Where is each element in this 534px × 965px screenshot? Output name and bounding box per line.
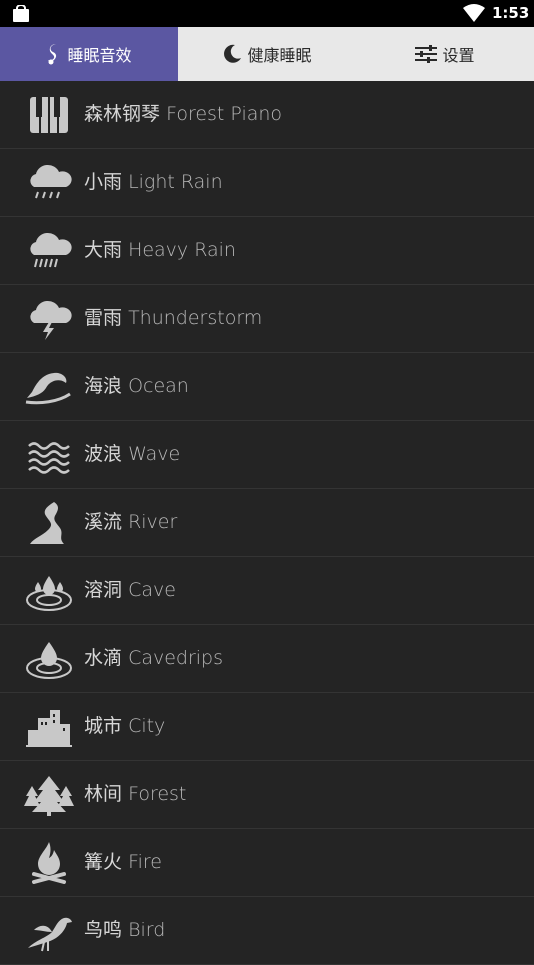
tab-label: 睡眠音效 xyxy=(67,46,132,65)
thunderstorm-icon xyxy=(30,300,72,340)
sound-name-en: River xyxy=(128,511,178,533)
forest-icon xyxy=(24,776,74,816)
cave-icon xyxy=(26,576,72,611)
sound-name-zh: 城市 xyxy=(84,715,123,737)
sound-list: 森林钢琴 Forest Piano 小雨 Light Rain 大雨 Heavy… xyxy=(0,81,534,965)
sound-name-zh: 水滴 xyxy=(84,647,123,669)
sound-name-en: Light Rain xyxy=(128,171,223,193)
sound-item-cavedrips[interactable]: 水滴 Cavedrips xyxy=(0,625,534,693)
sound-item-bird[interactable]: 鸟鸣 Bird xyxy=(0,897,534,965)
water-drop-icon xyxy=(26,642,72,679)
bird-icon xyxy=(28,917,72,952)
sound-item-fire[interactable]: 篝火 Fire xyxy=(0,829,534,897)
sound-item-city[interactable]: 城市 City xyxy=(0,693,534,761)
piano-icon xyxy=(30,97,68,133)
sound-item-thunderstorm[interactable]: 雷雨 Thunderstorm xyxy=(0,285,534,353)
sound-name-zh: 林间 xyxy=(84,783,123,805)
sound-name-zh: 雷雨 xyxy=(84,307,123,329)
sound-name-zh: 大雨 xyxy=(84,239,123,261)
heavy-rain-icon xyxy=(30,232,72,268)
city-icon xyxy=(26,710,72,747)
sound-name-zh: 波浪 xyxy=(84,443,123,465)
sound-item-ocean[interactable]: 海浪 Ocean xyxy=(0,353,534,421)
sound-name-en: City xyxy=(128,715,166,737)
sound-name-en: Wave xyxy=(128,443,181,465)
status-bar: 1:53 xyxy=(0,0,534,27)
sound-name-zh: 森林钢琴 xyxy=(84,103,161,125)
sound-name-en: Heavy Rain xyxy=(128,239,236,261)
sound-name-en: Thunderstorm xyxy=(128,307,263,329)
river-icon xyxy=(30,502,64,544)
tab-sleep-sounds[interactable]: 睡眠音效 xyxy=(0,27,178,81)
sound-name-zh: 小雨 xyxy=(84,171,123,193)
sound-name-en: Cave xyxy=(128,579,176,601)
sound-name-en: Fire xyxy=(128,851,162,873)
fire-icon xyxy=(32,842,66,884)
tab-label: 设置 xyxy=(442,46,475,65)
tab-bar: 睡眠音效 健康睡眠 设置 xyxy=(0,27,534,81)
sound-item-cave[interactable]: 溶洞 Cave xyxy=(0,557,534,625)
sound-item-wave[interactable]: 波浪 Wave xyxy=(0,421,534,489)
music-note-icon xyxy=(48,44,57,65)
sound-name-zh: 篝火 xyxy=(84,851,123,873)
ocean-wave-icon xyxy=(25,372,71,405)
sound-item-light-rain[interactable]: 小雨 Light Rain xyxy=(0,149,534,217)
sliders-icon xyxy=(415,45,438,63)
sound-item-forest[interactable]: 林间 Forest xyxy=(0,761,534,829)
shopping-bag-icon xyxy=(13,5,29,22)
wifi-icon xyxy=(463,4,485,22)
sound-item-river[interactable]: 溪流 River xyxy=(0,489,534,557)
sound-name-zh: 溪流 xyxy=(84,511,123,533)
sound-item-heavy-rain[interactable]: 大雨 Heavy Rain xyxy=(0,217,534,285)
sound-name-en: Forest Piano xyxy=(166,103,283,125)
status-time: 1:53 xyxy=(492,4,530,22)
tab-healthy-sleep[interactable]: 健康睡眠 xyxy=(178,27,356,81)
sound-name-en: Forest xyxy=(128,783,187,805)
sound-name-en: Ocean xyxy=(128,375,189,397)
sound-name-en: Cavedrips xyxy=(128,647,224,669)
moon-icon xyxy=(224,44,242,63)
light-rain-icon xyxy=(30,164,72,199)
wave-icon xyxy=(28,442,70,474)
sound-name-zh: 鸟鸣 xyxy=(84,919,123,941)
tab-label: 健康睡眠 xyxy=(247,46,312,65)
sound-name-en: Bird xyxy=(128,919,166,941)
sound-name-zh: 海浪 xyxy=(84,375,123,397)
sound-item-forest-piano[interactable]: 森林钢琴 Forest Piano xyxy=(0,81,534,149)
sound-name-zh: 溶洞 xyxy=(84,579,123,601)
tab-settings[interactable]: 设置 xyxy=(356,27,534,81)
